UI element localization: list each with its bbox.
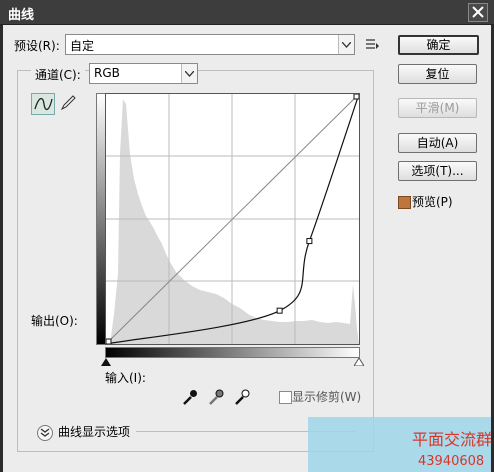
output-label: 输出(O): xyxy=(31,314,78,328)
options-button[interactable]: 选项(T)... xyxy=(398,161,477,181)
double-chevron-down-icon xyxy=(40,428,50,437)
input-gradient-bar xyxy=(105,347,360,358)
window-title: 曲线 xyxy=(8,8,35,23)
white-point-slider[interactable] xyxy=(354,358,364,366)
show-clipping-checkbox[interactable] xyxy=(279,391,292,404)
display-options-label: 曲线显示选项 xyxy=(58,425,131,439)
window-frame-left xyxy=(0,25,3,472)
curve-control-point[interactable] xyxy=(276,307,283,314)
curve-control-point[interactable] xyxy=(353,94,359,100)
black-eyedropper[interactable] xyxy=(181,388,199,406)
preset-menu-icon[interactable] xyxy=(365,37,381,51)
black-point-slider[interactable] xyxy=(101,358,111,366)
preset-dropdown[interactable]: 自定 xyxy=(65,34,355,55)
gray-eyedropper[interactable] xyxy=(207,388,225,406)
curve-control-point[interactable] xyxy=(106,338,112,344)
close-icon xyxy=(472,6,484,18)
channel-value: RGB xyxy=(94,66,120,80)
curve-edit-button[interactable] xyxy=(31,93,55,115)
channel-dropdown[interactable]: RGB xyxy=(89,63,198,84)
curve-control-point[interactable] xyxy=(306,238,313,245)
smooth-button[interactable]: 平滑(M) xyxy=(398,98,477,118)
curve-icon xyxy=(34,97,53,111)
eyedropper-white-icon xyxy=(235,389,250,405)
display-options-toggle[interactable] xyxy=(37,425,53,441)
input-label: 输入(I): xyxy=(105,371,146,385)
curve-graph-svg[interactable] xyxy=(106,94,359,344)
channel-label: 通道(C): xyxy=(31,66,85,83)
eyedropper-black-icon xyxy=(183,390,197,405)
auto-button[interactable]: 自动(A) xyxy=(398,133,477,153)
close-button[interactable] xyxy=(468,3,488,22)
chevron-down-icon[interactable] xyxy=(181,64,197,83)
watermark-line2: 43940608 xyxy=(418,454,485,469)
title-bar: 曲线 xyxy=(0,0,494,25)
preview-label: 预览(P) xyxy=(412,195,453,209)
curve-graph[interactable] xyxy=(105,93,360,345)
reset-button[interactable]: 复位 xyxy=(398,64,477,84)
preview-checkbox[interactable] xyxy=(398,196,411,209)
watermark-line1: 平面交流群 xyxy=(412,430,493,449)
preset-label: 预设(R): xyxy=(14,39,60,53)
pencil-button[interactable] xyxy=(58,94,78,112)
pencil-icon xyxy=(60,95,76,111)
show-clipping-label: 显示修剪(W) xyxy=(292,390,362,404)
ok-button[interactable]: 确定 xyxy=(398,35,479,55)
white-eyedropper[interactable] xyxy=(233,388,251,406)
chevron-down-icon[interactable] xyxy=(338,35,354,54)
preset-value: 自定 xyxy=(70,39,95,53)
eyedropper-gray-icon xyxy=(209,389,224,405)
